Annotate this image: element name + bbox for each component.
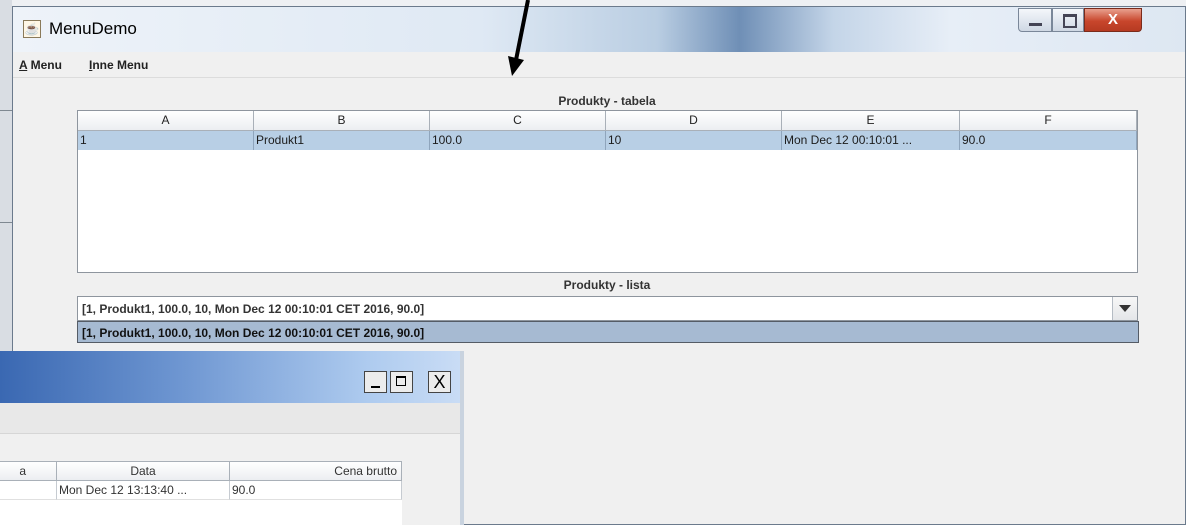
close-button[interactable]: X <box>1084 8 1142 32</box>
chevron-down-icon <box>1119 305 1131 312</box>
table-cell[interactable]: Produkt1 <box>254 131 430 150</box>
menu-a-menu[interactable]: A Menu <box>19 58 62 72</box>
combobox-option-label: [1, Produkt1, 100.0, 10, Mon Dec 12 00:1… <box>82 326 425 340</box>
column-header-d[interactable]: D <box>606 111 782 131</box>
second-window-close-button[interactable]: X <box>428 371 451 393</box>
minimize-button[interactable] <box>1018 8 1052 32</box>
column-header-c[interactable]: C <box>430 111 606 131</box>
close-icon: X <box>1107 11 1118 28</box>
menu-mnemonic: A <box>19 58 28 72</box>
column-header-f[interactable]: F <box>960 111 1137 131</box>
second-window-menu-bar <box>0 403 460 434</box>
table-title: Produkty - tabela <box>558 94 656 108</box>
java-app-icon[interactable]: ☕ <box>23 20 41 38</box>
table-cell[interactable]: 90.0 <box>230 481 402 500</box>
column-header[interactable]: a <box>0 461 57 481</box>
table-cell[interactable]: 100.0 <box>430 131 606 150</box>
maximize-icon <box>1063 14 1077 28</box>
list-title: Produkty - lista <box>563 278 651 292</box>
minimize-icon <box>371 386 380 388</box>
table-cell[interactable]: Mon Dec 12 13:13:40 ... <box>57 481 230 500</box>
table-cell[interactable]: 10 <box>606 131 782 150</box>
window-title: MenuDemo <box>49 19 137 38</box>
menu-label: Menu <box>27 58 62 72</box>
annotation-arrow-icon <box>508 0 530 76</box>
products-combobox[interactable]: [1, Produkt1, 100.0, 10, Mon Dec 12 00:1… <box>77 296 1138 321</box>
column-header-cena-brutto[interactable]: Cena brutto <box>230 461 402 481</box>
column-header-data[interactable]: Data <box>57 461 230 481</box>
second-window-title-bar[interactable]: X <box>0 351 460 403</box>
second-window-side-area <box>402 461 460 525</box>
combobox-dropdown-button[interactable] <box>1112 297 1137 320</box>
products-table[interactable]: A B C D E F 1 Produkt1 100.0 10 Mon Dec … <box>77 110 1138 273</box>
second-window-maximize-button[interactable] <box>390 371 413 393</box>
table-cell[interactable]: 1 <box>78 131 254 150</box>
combobox-selected-value: [1, Produkt1, 100.0, 10, Mon Dec 12 00:1… <box>82 302 425 316</box>
second-window: X a Data Cena brutto Mon Dec 12 13:13:40… <box>0 351 464 525</box>
combobox-option[interactable]: [1, Produkt1, 100.0, 10, Mon Dec 12 00:1… <box>77 321 1139 343</box>
table-cell[interactable] <box>0 481 57 500</box>
column-header-b[interactable]: B <box>254 111 430 131</box>
close-icon: X <box>433 372 446 392</box>
background-divider <box>0 222 12 223</box>
second-window-minimize-button[interactable] <box>364 371 387 393</box>
table-cell[interactable]: 90.0 <box>960 131 1137 150</box>
table-cell[interactable]: Mon Dec 12 00:10:01 ... <box>782 131 960 150</box>
title-bar[interactable]: ☕ MenuDemo X <box>13 7 1185 52</box>
column-header-e[interactable]: E <box>782 111 960 131</box>
menu-label: nne Menu <box>92 58 149 72</box>
column-header-a[interactable]: A <box>78 111 254 131</box>
second-window-table[interactable]: a Data Cena brutto Mon Dec 12 13:13:40 .… <box>0 461 403 525</box>
menu-inne-menu[interactable]: Inne Menu <box>89 58 148 72</box>
maximize-icon <box>396 376 406 386</box>
menu-bar: A Menu Inne Menu <box>13 52 1185 78</box>
minimize-icon <box>1029 23 1042 26</box>
maximize-button[interactable] <box>1052 8 1084 32</box>
background-divider <box>0 110 12 111</box>
